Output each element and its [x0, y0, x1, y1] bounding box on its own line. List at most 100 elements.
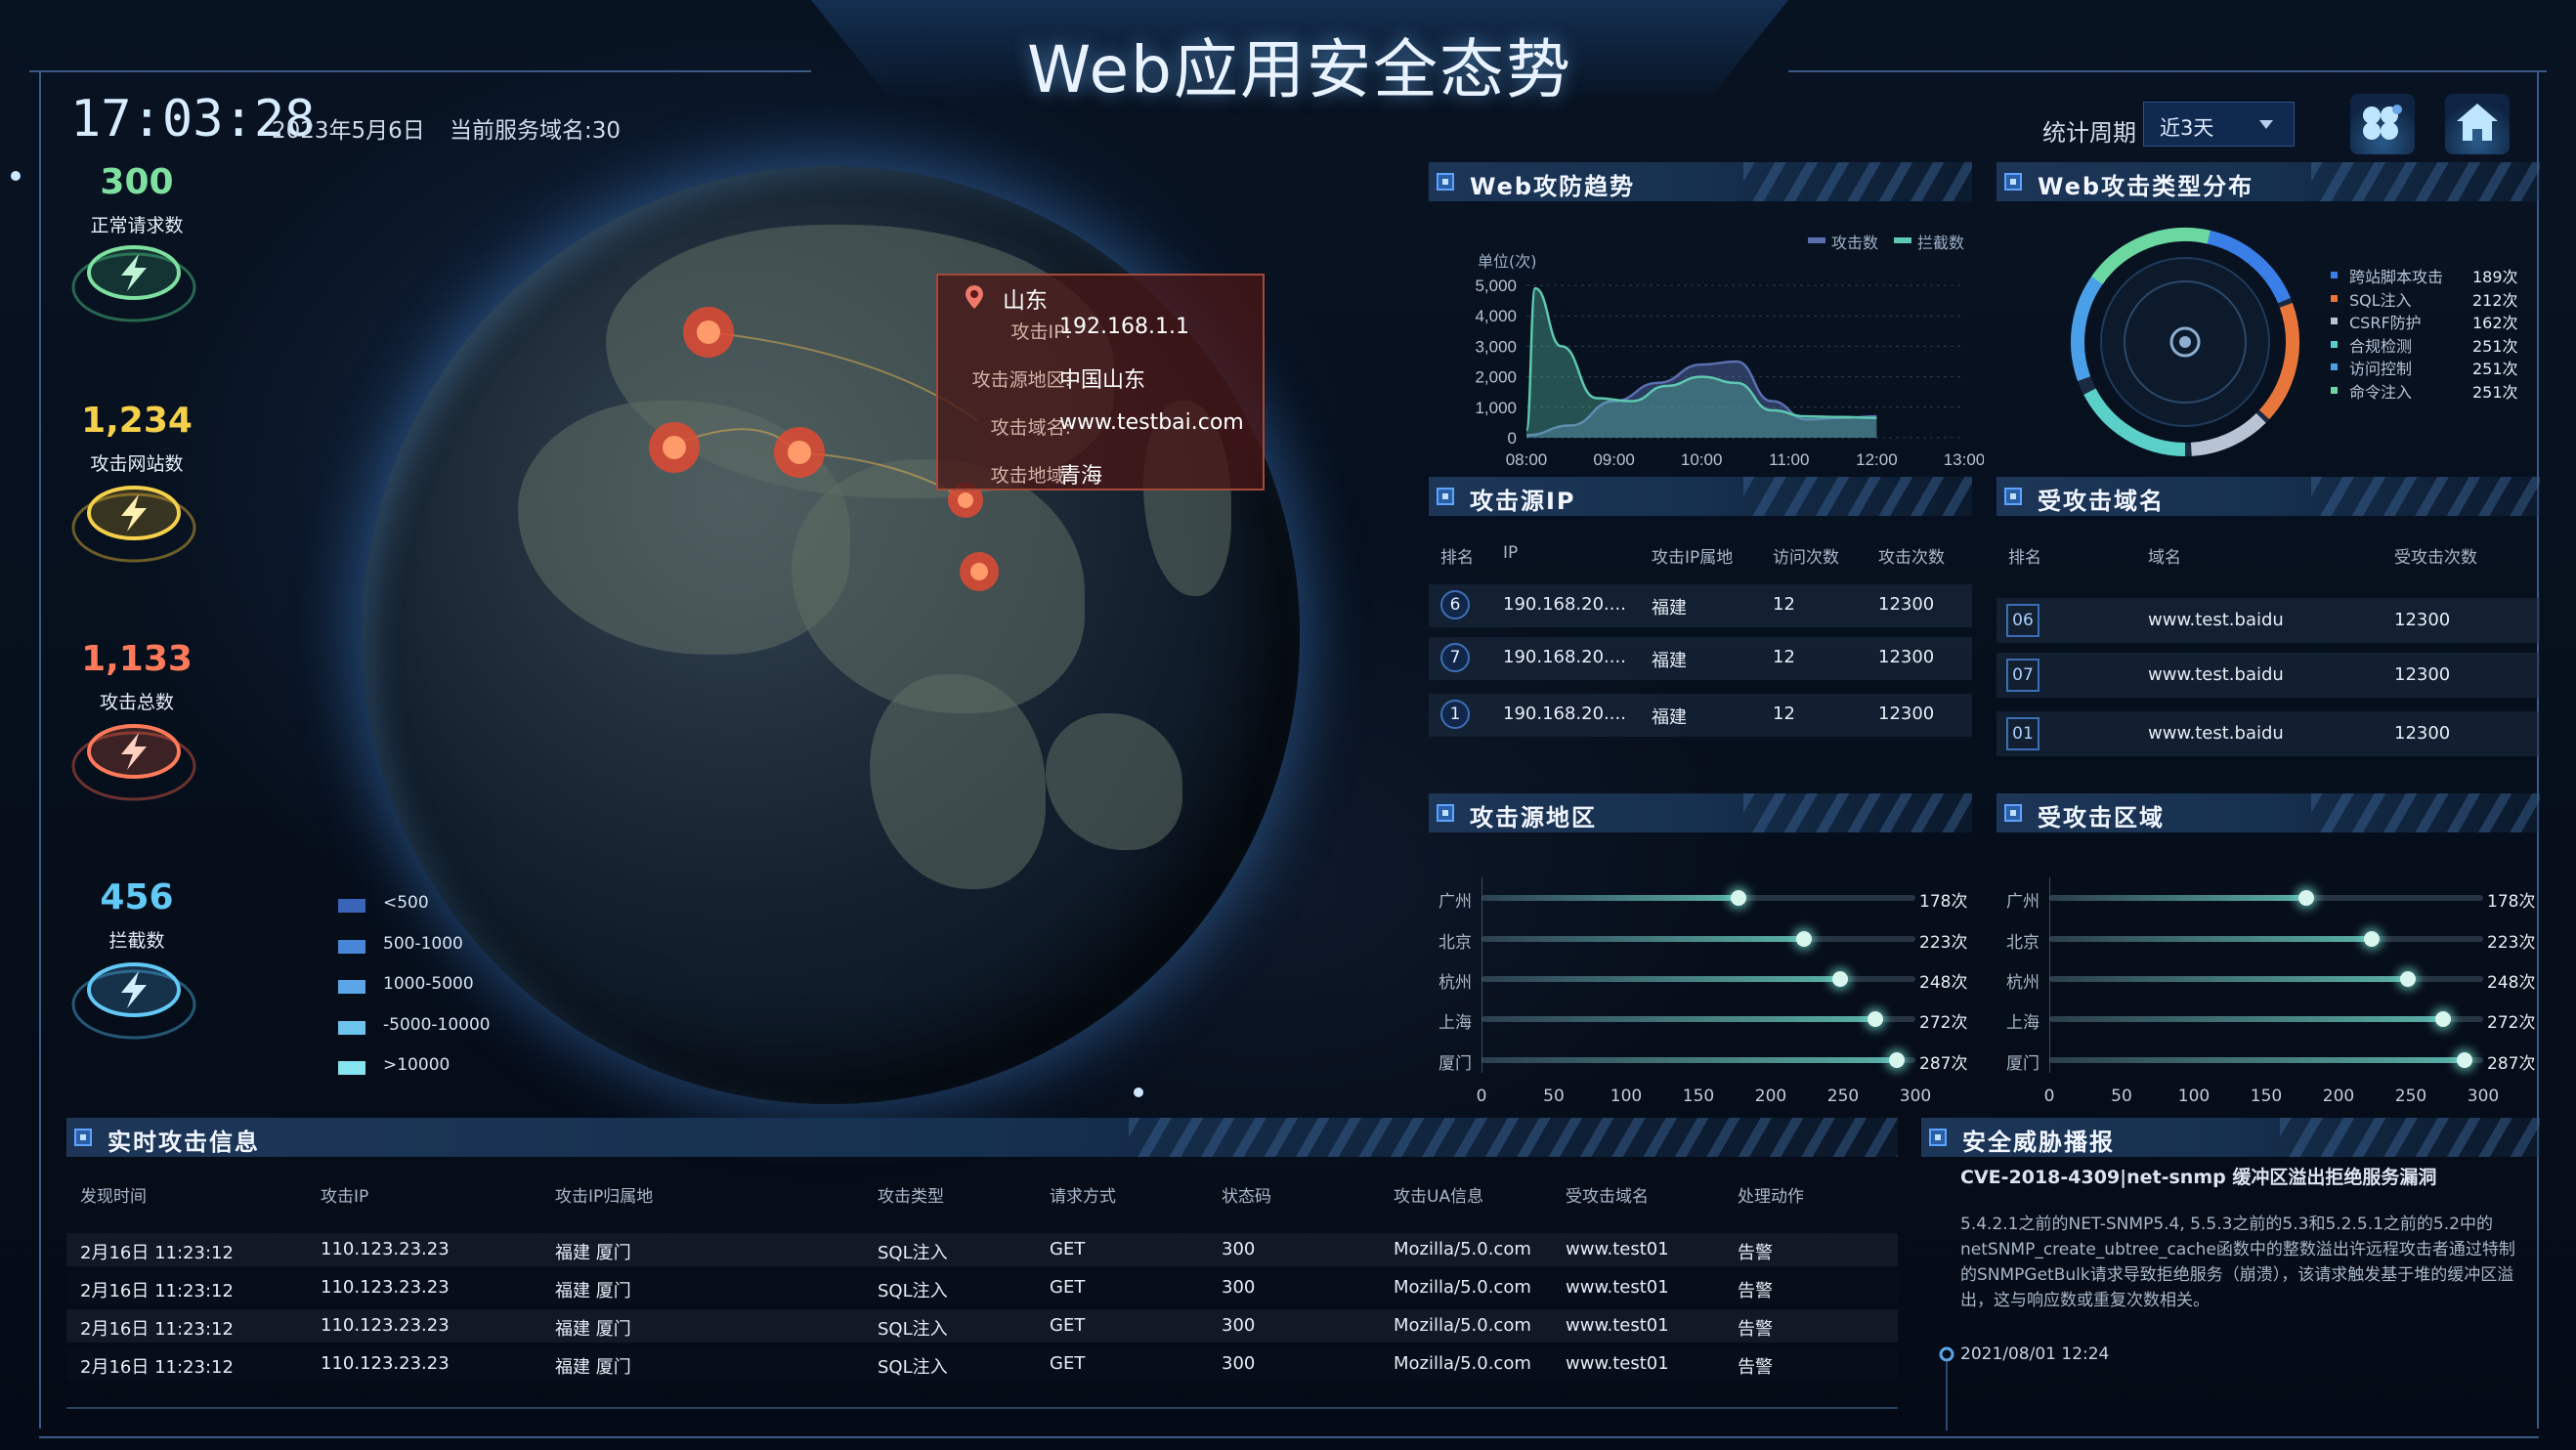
table-cell: 2月16日 11:23:12 — [80, 1243, 234, 1263]
table-cell: Mozilla/5.0.com — [1394, 1277, 1531, 1298]
source-ip-panel-title: 攻击源IP — [1429, 477, 1972, 516]
bar[interactable] — [2049, 895, 2307, 901]
table-header: 受攻击域名 — [1566, 1187, 1649, 1207]
x-tick-label: 12:00 — [1856, 450, 1898, 469]
legend-value: 162次 — [2472, 314, 2518, 332]
trend-panel-title: Web攻防趋势 — [1429, 162, 1972, 201]
bar-track — [2049, 971, 2483, 987]
lightning-ring-icon — [71, 724, 196, 801]
x-tick-label: 100 — [1610, 1087, 1643, 1106]
location-pin-icon — [966, 285, 983, 309]
legend-swatch — [338, 1021, 365, 1035]
lightning-ring-icon — [71, 962, 196, 1040]
bar-track — [1481, 931, 1915, 947]
table-header: 处理动作 — [1738, 1187, 1804, 1207]
y-tick-label: 3,000 — [1475, 337, 1517, 356]
panel-title-text: 受攻击区域 — [2038, 804, 2165, 832]
bar-track — [2049, 1011, 2483, 1027]
lightning-ring-icon — [71, 245, 196, 322]
tooltip-value: 192.168.1.1 — [1059, 315, 1189, 339]
panel-hatch — [1743, 162, 1972, 201]
panel-bullet-icon — [1437, 173, 1454, 191]
bar[interactable] — [2049, 976, 2409, 982]
legend-label: 1000-5000 — [383, 974, 474, 994]
legend-swatch — [338, 980, 365, 994]
y-axis-line — [2049, 877, 2050, 1073]
table-cell: Mozilla/5.0.com — [1394, 1315, 1531, 1336]
threat-feed[interactable]: CVE-2018-4309|net-snmp 缓冲区溢出拒绝服务漏洞 5.4.2… — [1921, 1167, 2540, 1430]
value-label: 248次 — [1919, 973, 1968, 993]
bar-track — [2049, 1052, 2483, 1068]
period-label: 统计周期 — [2042, 119, 2136, 147]
x-tick-label: 13:00 — [1944, 450, 1984, 469]
attack-type-donut[interactable] — [2066, 223, 2304, 461]
y-tick-label: 0 — [1508, 429, 1517, 448]
tooltip-row: 攻击IP: 192.168.1.1 — [938, 315, 1267, 343]
bar[interactable] — [2049, 1016, 2443, 1022]
category-label: 上海 — [2006, 1013, 2039, 1033]
attack-marker[interactable] — [960, 552, 999, 591]
trend-chart[interactable]: 5,000 4,000 3,000 2,000 1,000 0 08:00 09:00 10:0… — [1437, 264, 1984, 469]
panel-bullet-icon — [1437, 804, 1454, 822]
table-header: 攻击次数 — [1878, 548, 1945, 568]
attacks-cell: 12300 — [1878, 704, 1935, 724]
legend-swatch — [338, 940, 365, 954]
category-label: 厦门 — [2006, 1054, 2039, 1074]
bar[interactable] — [1481, 936, 1805, 942]
category-label: 上海 — [1438, 1013, 1472, 1033]
table-cell: 福建 厦门 — [555, 1357, 631, 1378]
category-label: 杭州 — [2006, 973, 2039, 993]
table-cell: 福建 厦门 — [555, 1281, 631, 1301]
legend-value: 251次 — [2472, 360, 2518, 378]
frame-bottom — [39, 1436, 2539, 1438]
home-icon — [2457, 104, 2498, 141]
frame-left — [39, 70, 41, 1429]
table-cell: 福建 厦门 — [555, 1319, 631, 1340]
table-header: 受攻击次数 — [2394, 548, 2477, 568]
attack-marker[interactable] — [683, 307, 734, 358]
value-label: 272次 — [1919, 1013, 1968, 1033]
attack-marker[interactable] — [649, 422, 700, 473]
home-button[interactable] — [2445, 94, 2510, 154]
table-header: 攻击UA信息 — [1394, 1187, 1484, 1207]
timeline-dot-icon — [1939, 1346, 1954, 1362]
y-tick-label: 4,000 — [1475, 307, 1517, 325]
bar[interactable] — [1481, 895, 1739, 901]
rank-badge: 06 — [2006, 604, 2039, 637]
tooltip-row: 攻击地域: 青海 — [938, 458, 1267, 489]
table-cell: 告警 — [1738, 1243, 1773, 1263]
legend-label: SQL注入 — [2349, 290, 2412, 310]
table-cell: 告警 — [1738, 1357, 1773, 1378]
table-cell: 告警 — [1738, 1281, 1773, 1301]
count-cell: 12300 — [2394, 610, 2451, 630]
table-cell: 300 — [1222, 1239, 1256, 1259]
bar[interactable] — [2049, 936, 2373, 942]
stat-value: 1,234 — [81, 401, 193, 441]
cluster-button[interactable] — [2350, 94, 2415, 154]
count-cell: 12300 — [2394, 723, 2451, 744]
table-cell: Mozilla/5.0.com — [1394, 1353, 1531, 1374]
attack-marker[interactable] — [774, 427, 825, 478]
header-line-left — [29, 70, 811, 72]
bar[interactable] — [1481, 976, 1841, 982]
stat-label: 攻击网站数 — [90, 453, 184, 475]
period-select[interactable]: 近3天 — [2143, 102, 2295, 147]
target-domain-panel-title: 受攻击域名 — [1996, 477, 2540, 516]
panel-title-text: Web攻击类型分布 — [2038, 173, 2254, 200]
bar[interactable] — [2049, 1057, 2465, 1063]
threat-body: 5.4.2.1之前的NET-SNMP5.4, 5.5.3之前的5.3和5.2.5… — [1960, 1215, 2515, 1310]
location-cell: 福建 — [1652, 707, 1687, 728]
table-cell: www.test01 — [1566, 1239, 1669, 1259]
panel-hatch — [2311, 477, 2540, 516]
bar[interactable] — [1481, 1016, 1875, 1022]
attacks-cell: 12300 — [1878, 594, 1935, 615]
bar-end-dot — [1867, 1011, 1883, 1027]
bar[interactable] — [1481, 1057, 1897, 1063]
panel-bullet-icon — [2004, 804, 2022, 822]
x-tick-label: 100 — [2177, 1087, 2211, 1106]
threat-headline[interactable]: CVE-2018-4309|net-snmp 缓冲区溢出拒绝服务漏洞 — [1960, 1167, 2508, 1189]
legend-dot — [2331, 294, 2338, 302]
rank-badge: 07 — [2006, 659, 2039, 692]
date: 2023年5月6日 — [272, 118, 425, 144]
page-title: Web应用安全态势 — [1027, 32, 1572, 107]
